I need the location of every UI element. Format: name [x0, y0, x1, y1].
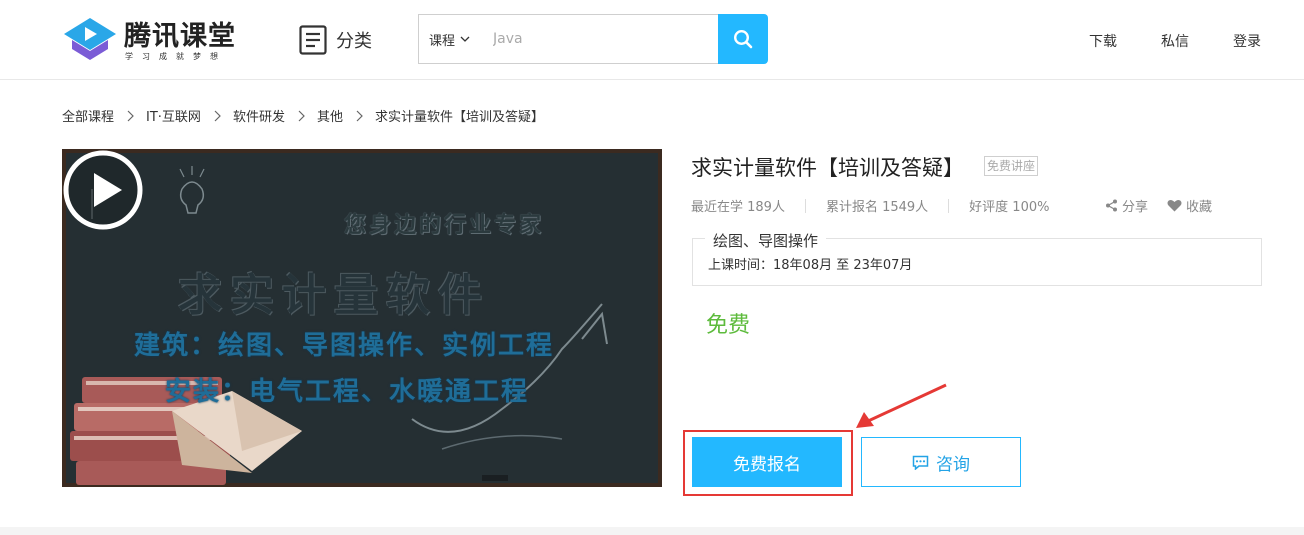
- search-input[interactable]: [481, 14, 719, 64]
- schedule-title: 绘图、导图操作: [705, 230, 827, 251]
- schedule-time: 上课时间：18年08月 至 23年07月: [708, 258, 913, 273]
- breadcrumb-item-software[interactable]: 软件研发: [233, 106, 285, 125]
- messages-link[interactable]: 私信: [1161, 31, 1189, 51]
- course-price: 免费: [706, 313, 751, 338]
- chevron-right-icon: [127, 110, 134, 121]
- logo[interactable]: 腾讯课堂 学习成就梦想: [62, 12, 252, 66]
- consult-button[interactable]: 咨询: [861, 437, 1021, 487]
- logo-subtitle: 学习成就梦想: [125, 52, 227, 61]
- cover-title: 求实计量软件: [178, 270, 490, 321]
- recent-learners: 最近在学 189人: [691, 200, 785, 215]
- favorite-button[interactable]: 收藏: [1167, 196, 1212, 215]
- divider: [804, 198, 806, 213]
- search-type-label: 课程: [429, 33, 456, 49]
- share-label: 分享: [1122, 200, 1149, 215]
- breadcrumb-item-all[interactable]: 全部课程: [62, 106, 114, 125]
- category-menu[interactable]: 分类: [299, 24, 372, 56]
- total-enrolled: 累计报名 1549人: [825, 200, 929, 215]
- course-title: 求实计量软件【培训及答疑】: [691, 156, 964, 180]
- chat-icon: [912, 455, 929, 470]
- chevron-down-icon: [460, 36, 470, 42]
- section-divider: [0, 527, 1304, 535]
- favorite-label: 收藏: [1186, 200, 1213, 215]
- chevron-right-icon: [214, 110, 221, 121]
- chevron-right-icon: [356, 110, 363, 121]
- login-link[interactable]: 登录: [1233, 31, 1261, 51]
- search-bar: 课程: [418, 14, 768, 64]
- breadcrumb-item-current: 求实计量软件【培训及答疑】: [374, 110, 544, 125]
- breadcrumb-item-it[interactable]: IT·互联网: [146, 106, 201, 125]
- course-stats: 最近在学 189人 累计报名 1549人 好评度 100%: [691, 196, 1049, 215]
- rating: 好评度 100%: [969, 200, 1050, 215]
- search-type-select[interactable]: 课程: [418, 14, 482, 64]
- course-video-cover[interactable]: 您身边的行业专家 求实计量软件 建筑：绘图、导图操作、实例工程 安装：电气工程、…: [62, 149, 662, 487]
- search-button[interactable]: [718, 14, 768, 64]
- breadcrumb: 全部课程 IT·互联网 软件研发 其他 求实计量软件【培训及答疑】: [62, 106, 544, 125]
- share-button[interactable]: 分享: [1105, 196, 1148, 215]
- list-icon: [299, 25, 327, 55]
- free-lecture-badge: 免费讲座: [984, 156, 1039, 176]
- consult-label: 咨询: [936, 454, 970, 475]
- breadcrumb-item-other[interactable]: 其他: [317, 106, 343, 125]
- chevron-right-icon: [298, 110, 305, 121]
- free-enroll-button[interactable]: 免费报名: [692, 437, 842, 487]
- logo-title: 腾讯课堂: [124, 21, 236, 52]
- search-icon: [733, 29, 753, 49]
- cover-line-2: 安装：电气工程、水暖通工程: [165, 377, 530, 407]
- logo-icon: [64, 18, 116, 60]
- share-icon: [1106, 199, 1117, 212]
- top-header: 腾讯课堂 学习成就梦想 分类 课程 下载 私信 登录: [0, 0, 1304, 80]
- cover-line-1: 建筑：绘图、导图操作、实例工程: [134, 331, 555, 361]
- category-label: 分类: [336, 31, 372, 52]
- cover-tagline: 您身边的行业专家: [344, 213, 545, 238]
- divider: [948, 198, 950, 213]
- download-link[interactable]: 下载: [1089, 31, 1117, 51]
- schedule-box: 绘图、导图操作 上课时间：18年08月 至 23年07月: [692, 230, 1262, 286]
- play-icon[interactable]: [62, 149, 144, 231]
- red-arrow-annotation: [856, 383, 947, 428]
- heart-icon: [1167, 200, 1182, 212]
